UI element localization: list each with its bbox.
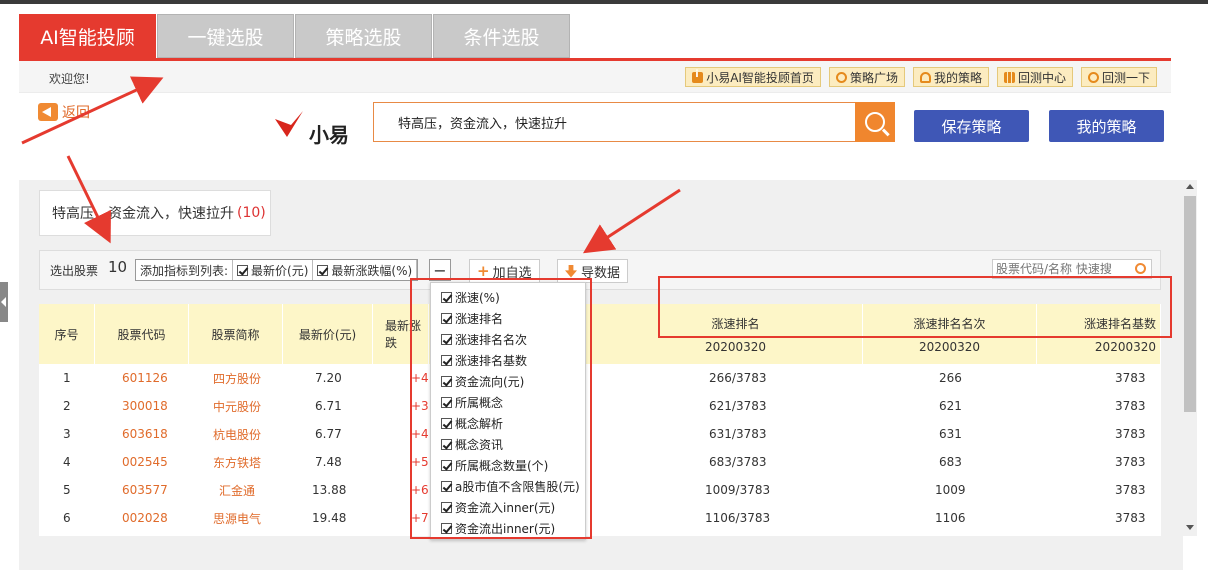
arrow-to-count <box>66 155 111 244</box>
arrow-to-export <box>582 188 681 254</box>
annotation-arrows <box>21 76 681 254</box>
arrow-to-welcome <box>21 76 164 145</box>
